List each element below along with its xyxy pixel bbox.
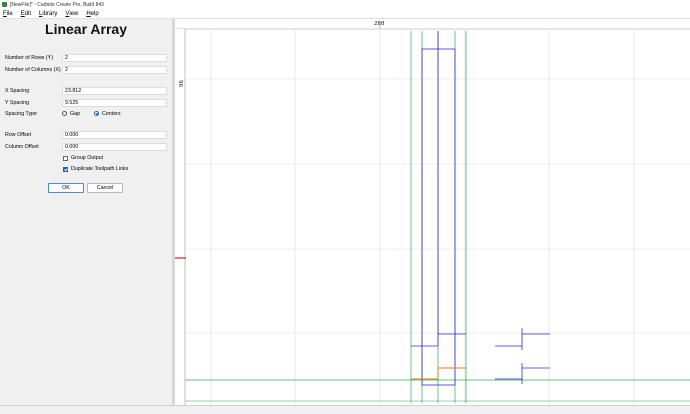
xspacing-row: X Spacing 23.812 (5, 86, 167, 95)
canvas-drawing: 288 96 (175, 19, 690, 405)
radio-centers-dot[interactable] (94, 111, 100, 116)
spacing-centers-radio[interactable]: Centers (94, 111, 121, 117)
menu-edit[interactable]: Edit (21, 11, 31, 17)
ruler-top-label: 288 (374, 21, 385, 27)
col-offset-input[interactable]: 0.000 (62, 142, 167, 151)
group-output-box[interactable] (63, 155, 68, 161)
spacing-gap-radio[interactable]: Gap (62, 111, 80, 117)
cancel-button[interactable]: Cancel (87, 183, 123, 193)
dup-links-checkbox[interactable]: Duplicate Toolpath Links (63, 166, 128, 172)
menu-bar: File Edit Library View Help (0, 9, 690, 19)
status-bar (0, 405, 690, 414)
dup-links-box[interactable] (63, 166, 68, 172)
yspacing-input[interactable]: 9.525 (62, 98, 167, 107)
yspacing-row: Y Spacing 9.525 (5, 98, 167, 107)
row-offset-label: Row Offset (5, 131, 32, 138)
design-canvas[interactable]: 288 96 (175, 19, 690, 405)
menu-view[interactable]: View (65, 11, 78, 17)
rows-label: Number of Rows (Y) (5, 54, 53, 61)
radio-gap-dot[interactable] (62, 111, 67, 116)
dup-links-label: Duplicate Toolpath Links (71, 166, 129, 172)
ruler-top (175, 19, 690, 29)
window-title: [NewFile]* - Carbide Create Pro, Build 8… (10, 1, 104, 8)
cols-input[interactable]: 2 (62, 65, 167, 74)
yspacing-label: Y Spacing (5, 99, 30, 106)
vector-blue (411, 31, 550, 386)
grid-lines (185, 29, 690, 405)
cols-label: Number of Columns (X) (5, 66, 61, 73)
menu-file[interactable]: File (3, 11, 13, 17)
row-offset-row: Row Offset 0.000 (5, 130, 167, 139)
ok-button[interactable]: OK (48, 183, 84, 193)
rows-row: Number of Rows (Y) 2 (5, 53, 167, 62)
ruler-left-label: 96 (177, 80, 183, 87)
row-offset-input[interactable]: 0.000 (62, 130, 167, 139)
linear-array-panel: Linear Array Number of Rows (Y) 2 Number… (0, 19, 172, 405)
app-icon (2, 2, 7, 7)
toolpath-green (410, 31, 467, 403)
spacing-type-label: Spacing Type (5, 110, 38, 117)
group-output-label: Group Output (71, 155, 104, 161)
col-offset-label: Column Offset (5, 143, 39, 150)
xspacing-label: X Spacing (5, 87, 30, 94)
panel-heading: Linear Array (45, 21, 127, 37)
cols-row: Number of Columns (X) 2 (5, 65, 167, 74)
title-bar: [NewFile]* - Carbide Create Pro, Build 8… (0, 0, 690, 9)
spacing-type-row: Spacing Type Gap Centers (5, 109, 167, 118)
menu-library[interactable]: Library (39, 11, 57, 17)
xspacing-input[interactable]: 23.812 (62, 86, 167, 95)
vector-orange (411, 367, 466, 380)
spacing-gap-label: Gap (70, 110, 81, 117)
rows-input[interactable]: 2 (62, 53, 167, 62)
group-output-checkbox[interactable]: Group Output (63, 155, 103, 161)
spacing-centers-label: Centers (102, 110, 121, 117)
menu-help[interactable]: Help (86, 11, 98, 17)
col-offset-row: Column Offset 0.000 (5, 142, 167, 151)
